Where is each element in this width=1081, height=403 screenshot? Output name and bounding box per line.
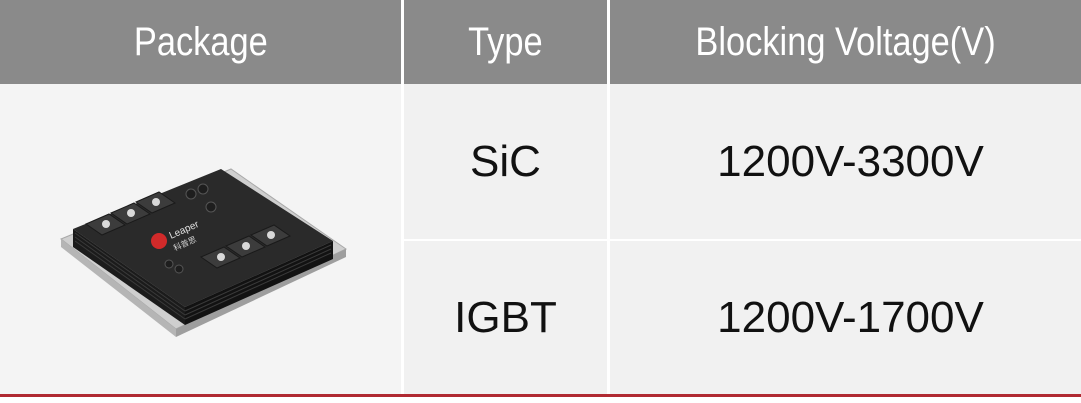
row-sic-type-cell: SiC — [401, 84, 607, 239]
row-igbt-voltage: 1200V-1700V — [717, 292, 984, 342]
package-image-cell: Leaper 科普思 — [0, 84, 401, 394]
row-sic-type: SiC — [470, 136, 541, 186]
header-type-cell: Type — [401, 0, 607, 84]
header-package-cell: Package — [0, 0, 401, 84]
row-igbt-voltage-cell: 1200V-1700V — [607, 239, 1081, 394]
bottom-accent-bar — [0, 394, 1081, 403]
header-voltage-cell: Blocking Voltage(V) — [607, 0, 1081, 84]
header-package: Package — [133, 19, 268, 65]
row-sic-voltage-cell: 1200V-3300V — [607, 84, 1081, 239]
power-module-image: Leaper 科普思 — [59, 168, 347, 337]
accent-line — [0, 394, 1081, 397]
row-sic-voltage: 1200V-3300V — [717, 136, 984, 186]
header-type: Type — [468, 19, 543, 65]
row-igbt-type: IGBT — [454, 292, 557, 342]
row-igbt-type-cell: IGBT — [401, 239, 607, 394]
spec-table: Package Type Blocking Voltage(V) Leaper … — [0, 0, 1081, 403]
header-voltage: Blocking Voltage(V) — [695, 19, 996, 65]
